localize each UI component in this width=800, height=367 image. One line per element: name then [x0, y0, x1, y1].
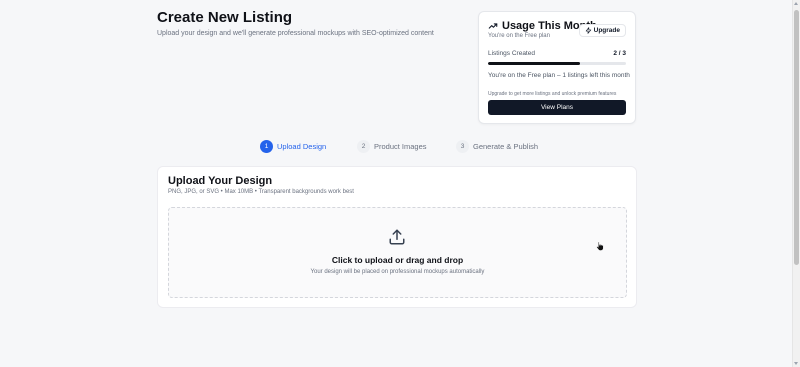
step-number: 3 — [456, 139, 469, 153]
page-title: Create New Listing — [157, 9, 293, 26]
page-subtitle: Upload your design and we'll generate pr… — [157, 30, 434, 37]
scrollbar-thumb[interactable] — [794, 10, 799, 265]
step-label: Product Images — [374, 141, 427, 151]
listings-remaining-text: You're on the Free plan – 1 listings lef… — [488, 72, 630, 79]
step-label: Upload Design — [277, 141, 327, 151]
dropzone-title: Click to upload or drag and drop — [331, 255, 464, 265]
listings-count: 2 / 3 — [613, 50, 626, 57]
listings-progress-bar — [488, 62, 626, 65]
upload-title: Upload Your Design — [168, 175, 273, 187]
upload-dropzone[interactable]: Click to upload or drag and drop Your de… — [168, 207, 627, 298]
upgrade-button-label: Upgrade — [593, 27, 620, 34]
listings-label: Listings Created — [488, 50, 535, 57]
view-plans-button[interactable]: View Plans — [488, 100, 626, 115]
listings-progress-fill — [488, 62, 581, 65]
step-generate-publish[interactable]: 3 Generate & Publish — [456, 138, 538, 154]
scroll-down-arrow-icon[interactable] — [794, 362, 798, 365]
upload-subtitle: PNG, JPG, or SVG • Max 10MB • Transparen… — [168, 189, 354, 195]
upload-icon — [389, 229, 405, 245]
stepper: 1 Upload Design 2 Product Images 3 Gener… — [0, 138, 800, 154]
step-label: Generate & Publish — [473, 141, 539, 151]
step-upload-design[interactable]: 1 Upload Design — [260, 138, 326, 154]
usage-card: Usage This Month You're on the Free plan… — [478, 11, 636, 124]
scroll-up-arrow-icon[interactable] — [794, 2, 798, 5]
step-product-images[interactable]: 2 Product Images — [357, 138, 427, 154]
trending-up-icon — [488, 23, 498, 29]
upload-section: Upload Your Design PNG, JPG, or SVG • Ma… — [157, 166, 637, 308]
step-number: 1 — [260, 139, 273, 153]
upgrade-button[interactable]: Upgrade — [578, 24, 626, 37]
vertical-scrollbar[interactable] — [792, 0, 800, 367]
hand-cursor-icon — [596, 241, 604, 251]
dropzone-hint: Your design will be placed on profession… — [310, 269, 485, 275]
usage-plan-text: You're on the Free plan — [488, 33, 550, 39]
listings-row: Listings Created 2 / 3 — [488, 50, 626, 57]
lightning-icon — [585, 27, 591, 34]
upgrade-note: Upgrade to get more listings and unlock … — [488, 91, 617, 97]
step-number: 2 — [357, 139, 370, 153]
